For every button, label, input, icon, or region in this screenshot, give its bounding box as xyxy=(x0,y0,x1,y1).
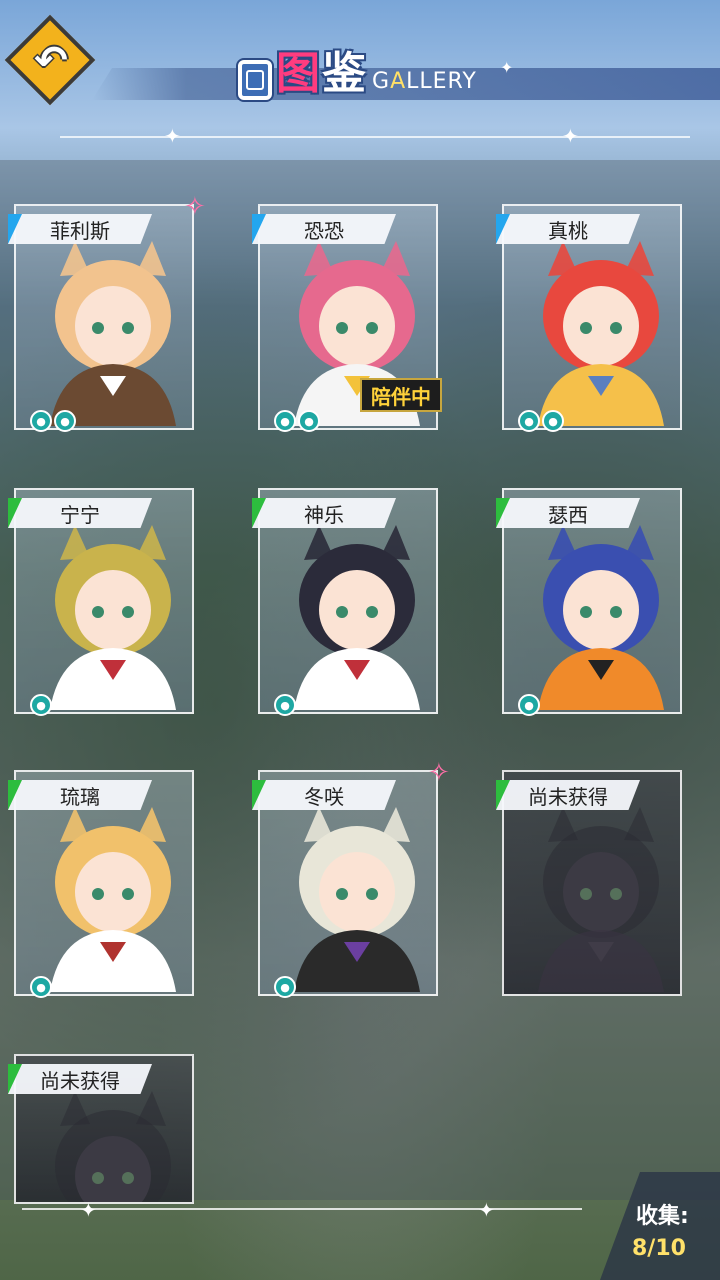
paw-icon: ● xyxy=(298,410,320,432)
header-divider xyxy=(60,136,690,138)
affection-paws: ● xyxy=(274,694,296,716)
character-name: 恐恐 xyxy=(304,218,344,243)
character-name: 神乐 xyxy=(304,502,344,527)
paw-icon: ● xyxy=(542,410,564,432)
card-name-label: 琉璃 xyxy=(8,780,152,810)
card-name-label: 恐恐 xyxy=(252,214,396,244)
footer-divider xyxy=(22,1208,582,1210)
character-name: 宁宁 xyxy=(60,502,100,527)
rarity-tag xyxy=(496,214,510,244)
character-card-locked[interactable]: 尚未获得 xyxy=(8,1054,194,1204)
rarity-tag xyxy=(8,780,22,810)
character-portrait xyxy=(50,807,176,992)
card-name-label: 尚未获得 xyxy=(496,780,640,810)
card-name-label: 菲利斯 xyxy=(8,214,152,244)
character-portrait xyxy=(50,241,176,426)
rarity-tag xyxy=(496,780,510,810)
character-portrait xyxy=(294,525,420,710)
affection-paws: ● xyxy=(274,976,296,998)
character-portrait xyxy=(538,241,664,426)
character-name: 琉璃 xyxy=(60,784,100,809)
character-portrait xyxy=(538,525,664,710)
paw-icon: ● xyxy=(274,694,296,716)
card-name-label: 冬咲 xyxy=(252,780,396,810)
affection-paws: ● ● xyxy=(274,410,320,432)
character-card[interactable]: 瑟西 ● xyxy=(496,488,682,716)
character-card[interactable]: 琉璃 ● xyxy=(8,770,194,998)
affection-paws: ● ● xyxy=(518,410,564,432)
character-name: 真桃 xyxy=(548,218,588,243)
sparkle-icon: ✦ xyxy=(478,1198,495,1222)
character-portrait xyxy=(50,525,176,710)
character-card[interactable]: 神乐 ● xyxy=(252,488,438,716)
character-name: 冬咲 xyxy=(304,784,344,809)
character-name: 尚未获得 xyxy=(528,784,608,809)
rarity-tag xyxy=(496,498,510,528)
card-name-label: 真桃 xyxy=(496,214,640,244)
paw-icon: ● xyxy=(54,410,76,432)
rarity-tag xyxy=(252,214,266,244)
character-card-locked[interactable]: 尚未获得 xyxy=(496,770,682,996)
title-cn: 图鉴 xyxy=(276,48,368,99)
sparkle-icon: ✦ xyxy=(164,124,181,148)
rarity-tag xyxy=(8,214,22,244)
sparkle-icon: ✦ xyxy=(80,1198,97,1222)
paw-icon: ● xyxy=(518,694,540,716)
locked-silhouette xyxy=(55,1091,171,1202)
affection-paws: ● ● xyxy=(30,410,76,432)
paw-icon: ● xyxy=(518,410,540,432)
rarity-tag xyxy=(8,498,22,528)
affection-paws: ● xyxy=(30,694,52,716)
back-button[interactable]: ↶ xyxy=(4,14,96,106)
gallery-book-icon xyxy=(238,60,272,100)
card-name-label: 宁宁 xyxy=(8,498,152,528)
character-portrait xyxy=(294,807,420,992)
back-arrow-icon: ↶ xyxy=(34,38,68,84)
rarity-tag xyxy=(252,780,266,810)
character-card[interactable]: 菲利斯 ● ● ✧ xyxy=(8,192,206,432)
paw-icon: ● xyxy=(274,976,296,998)
rarity-tag xyxy=(8,1064,22,1094)
card-name-label: 尚未获得 xyxy=(8,1064,152,1094)
character-card[interactable]: 宁宁 ● xyxy=(8,488,194,716)
paw-icon: ● xyxy=(274,410,296,432)
paw-icon: ● xyxy=(30,976,52,998)
character-name: 菲利斯 xyxy=(50,218,110,243)
companion-badge: 陪伴中 xyxy=(360,378,442,412)
sparkle-icon: ✦ xyxy=(562,124,579,148)
sparkle-icon: ✦ xyxy=(500,58,514,77)
page-title: 图鉴 GALLERY xyxy=(238,44,477,100)
favorite-sparkle-icon: ✧ xyxy=(428,758,450,788)
collection-count: 8/10 xyxy=(632,1236,686,1261)
title-en: GALLERY xyxy=(372,69,477,94)
paw-icon: ● xyxy=(30,694,52,716)
card-name-label: 瑟西 xyxy=(496,498,640,528)
card-name-label: 神乐 xyxy=(252,498,396,528)
character-card[interactable]: 冬咲 ● ✧ xyxy=(252,758,450,998)
header: ✦ ✦ ✦ ↶ 图鉴 GALLERY xyxy=(0,0,720,170)
affection-paws: ● xyxy=(30,976,52,998)
locked-silhouette xyxy=(538,807,664,992)
rarity-tag xyxy=(252,498,266,528)
character-name: 瑟西 xyxy=(548,502,588,527)
paw-icon: ● xyxy=(30,410,52,432)
affection-paws: ● xyxy=(518,694,540,716)
character-card[interactable]: 真桃 ● ● xyxy=(496,204,682,432)
collection-label: 收集: xyxy=(636,1204,689,1229)
favorite-sparkle-icon: ✧ xyxy=(184,192,206,222)
character-name: 尚未获得 xyxy=(40,1068,120,1093)
